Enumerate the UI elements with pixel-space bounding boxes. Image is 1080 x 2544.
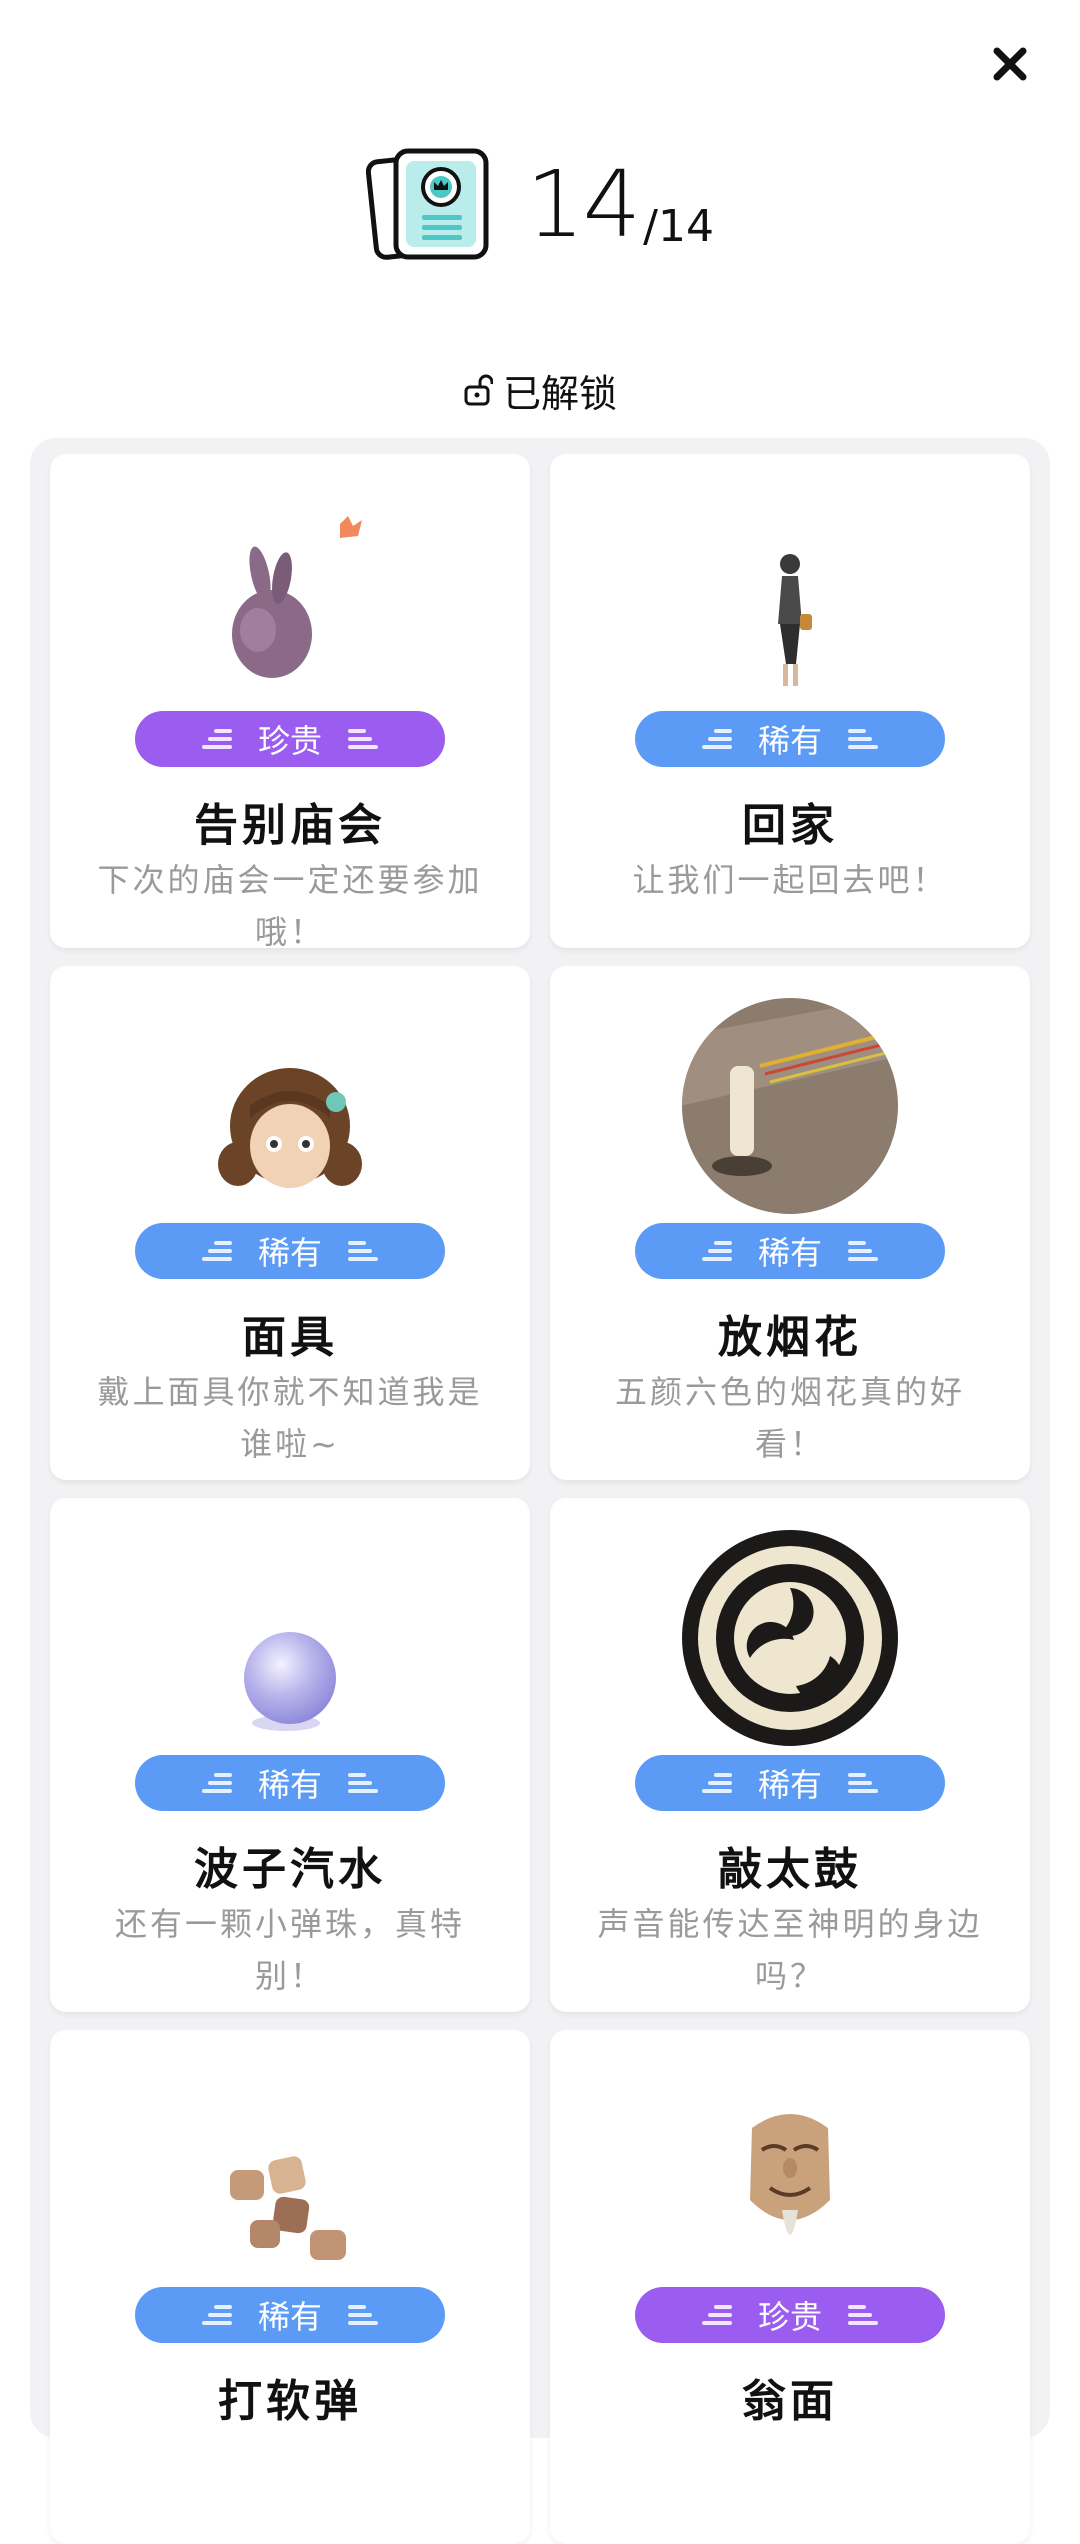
rarity-badge: 稀有 [635, 711, 945, 767]
card-title: 回家 [742, 800, 838, 851]
card-title: 波子汽水 [194, 1844, 386, 1895]
unlocked-lock-icon [464, 374, 493, 406]
close-icon [993, 47, 1027, 81]
collection-count: 14 /14 [526, 159, 714, 251]
doll-mask-icon [190, 1006, 390, 1206]
rarity-badge: 稀有 [135, 2287, 445, 2343]
marble-icon [190, 1538, 390, 1738]
card-description: 五颜六色的烟花真的好看！ [614, 1373, 965, 1463]
card-description: 让我们一起回去吧！ [632, 861, 948, 899]
okina-mask-icon [690, 2070, 890, 2270]
rarity-label: 稀有 [257, 1234, 322, 1272]
card-description: 戴上面具你就不知道我是谁啦~ [97, 1373, 483, 1463]
rarity-label: 珍贵 [757, 2298, 822, 2336]
collection-card[interactable]: 珍贵 告别庙会 下次的庙会一定还要参加哦！ [50, 454, 530, 948]
card-title: 翁面 [742, 2376, 838, 2427]
collection-card[interactable]: 稀有 面具 戴上面具你就不知道我是谁啦~ [50, 966, 530, 1480]
collected-count: 14 [526, 151, 641, 258]
card-description: 下次的庙会一定还要参加哦！ [97, 861, 483, 948]
close-button[interactable] [990, 44, 1030, 84]
card-description: 还有一颗小弹珠，真特别！ [114, 1905, 465, 1995]
collection-card[interactable]: 稀有 回家 让我们一起回去吧！ [550, 454, 1030, 948]
card-title: 打软弹 [218, 2376, 362, 2427]
card-title: 面具 [242, 1312, 338, 1363]
rarity-badge: 稀有 [635, 1755, 945, 1811]
rarity-badge: 珍贵 [135, 711, 445, 767]
collection-card[interactable]: 稀有 打软弹 [50, 2030, 530, 2544]
rarity-label: 稀有 [757, 1234, 822, 1272]
card-collection-icon [366, 148, 489, 260]
unlock-status: 已解锁 [0, 360, 1080, 420]
rarity-label: 珍贵 [257, 722, 322, 760]
rarity-badge: 稀有 [135, 1223, 445, 1279]
walking-person-icon [690, 494, 890, 694]
card-grid: 珍贵 告别庙会 下次的庙会一定还要参加哦！ 稀有 回家 让我们一起回去吧！ 稀有… [50, 454, 1030, 2544]
sparkler-candle-icon [680, 996, 900, 1216]
collection-card[interactable]: 珍贵 翁面 [550, 2030, 1030, 2544]
cork-bullets-icon [190, 2070, 390, 2270]
collection-card[interactable]: 稀有 波子汽水 还有一颗小弹珠，真特别！ [50, 1498, 530, 2012]
rarity-label: 稀有 [257, 2298, 322, 2336]
card-description: 声音能传达至神明的身边吗？ [597, 1905, 983, 1995]
collection-card[interactable]: 稀有 放烟花 五颜六色的烟花真的好看！ [550, 966, 1030, 1480]
card-title: 放烟花 [718, 1312, 862, 1363]
rarity-label: 稀有 [257, 1766, 322, 1804]
status-label: 已解锁 [502, 371, 617, 416]
rarity-badge: 珍贵 [635, 2287, 945, 2343]
rarity-badge: 稀有 [135, 1755, 445, 1811]
card-title: 告别庙会 [194, 800, 386, 851]
collection-panel: 珍贵 告别庙会 下次的庙会一定还要参加哦！ 稀有 回家 让我们一起回去吧！ 稀有… [30, 438, 1050, 2544]
purple-rabbit-toy-icon [190, 494, 390, 694]
rarity-badge: 稀有 [635, 1223, 945, 1279]
rarity-label: 稀有 [757, 1766, 822, 1804]
total-count: /14 [643, 201, 714, 252]
taiko-drum-icon [680, 1528, 900, 1748]
rarity-label: 稀有 [757, 722, 822, 760]
collection-header: 14 /14 [0, 140, 1080, 270]
card-title: 敲太鼓 [718, 1844, 862, 1895]
collection-card[interactable]: 稀有 敲太鼓 声音能传达至神明的身边吗？ [550, 1498, 1030, 2012]
